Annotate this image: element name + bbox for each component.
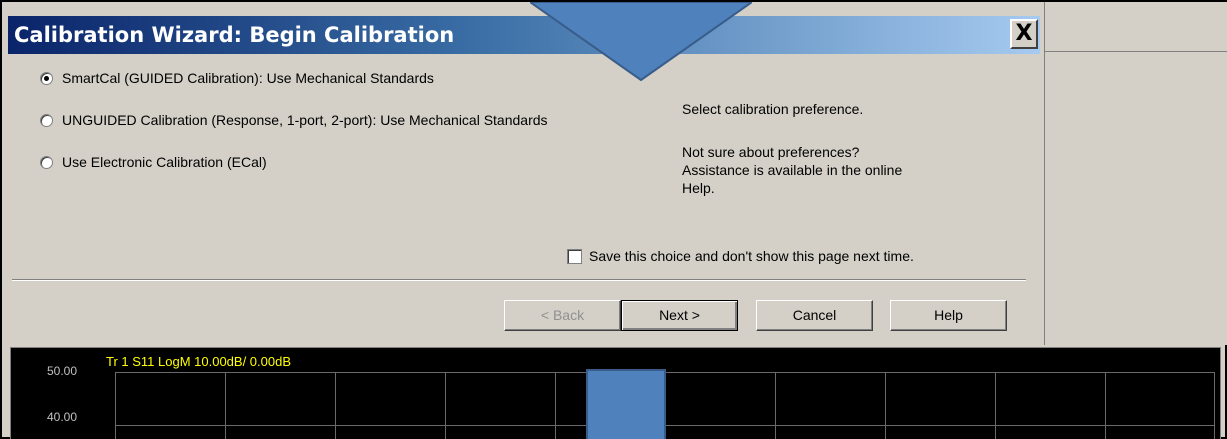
trace-label: Tr 1 S11 LogM 10.00dB/ 0.00dB <box>106 354 292 369</box>
block-arrow-annotation <box>586 369 666 439</box>
title-bar[interactable]: Calibration Wizard: Begin Calibration X <box>8 16 1040 54</box>
right-panel-header <box>1045 2 1227 52</box>
y-tick-label: 50.00 <box>47 364 78 378</box>
help-button[interactable]: Help <box>890 300 1007 331</box>
grid-line <box>775 372 776 439</box>
option-unguided[interactable]: UNGUIDED Calibration (Response, 1-port, … <box>40 110 548 130</box>
help-hint-line: Assistance is available in the online <box>682 162 903 178</box>
grid-line <box>995 372 996 439</box>
calibration-wizard-dialog: Calibration Wizard: Begin Calibration X … <box>8 2 1040 343</box>
analyzer-screen: Calibration Wizard: Begin Calibration X … <box>0 0 1227 439</box>
option-label: UNGUIDED Calibration (Response, 1-port, … <box>62 112 548 128</box>
unguided-radio[interactable] <box>40 113 53 127</box>
cancel-button[interactable]: Cancel <box>756 300 873 331</box>
grid-line <box>335 372 336 439</box>
ecal-radio[interactable] <box>40 155 53 169</box>
option-label: SmartCal (GUIDED Calibration): Use Mecha… <box>62 70 434 86</box>
grid-line <box>445 372 446 439</box>
help-hint: Not sure about preferences? Assistance i… <box>682 143 902 197</box>
dialog-title: Calibration Wizard: Begin Calibration <box>14 23 455 47</box>
button-divider <box>12 279 1026 281</box>
back-button[interactable]: < Back <box>504 300 621 331</box>
next-button[interactable]: Next > <box>621 300 738 331</box>
grid-line <box>225 372 226 439</box>
smartcal-radio[interactable] <box>40 71 53 85</box>
save-choice-checkbox[interactable] <box>567 248 582 264</box>
y-tick-label: 40.00 <box>47 410 78 424</box>
grid-line <box>1105 372 1106 439</box>
prompt-text: Select calibration preference. <box>682 101 864 117</box>
grid-line <box>885 372 886 439</box>
grid-line <box>555 372 556 439</box>
right-side-panel <box>1044 2 1227 345</box>
help-hint-line: Help. <box>682 180 715 196</box>
option-label: Use Electronic Calibration (ECal) <box>62 154 267 170</box>
close-button[interactable]: X <box>1010 19 1038 49</box>
grid-line <box>115 372 116 439</box>
option-smartcal[interactable]: SmartCal (GUIDED Calibration): Use Mecha… <box>40 68 434 88</box>
help-hint-line: Not sure about preferences? <box>682 144 860 160</box>
save-choice-option[interactable]: Save this choice and don't show this pag… <box>567 247 914 265</box>
grid-line <box>1214 372 1215 439</box>
down-arrow-annotation <box>530 2 752 82</box>
option-ecal[interactable]: Use Electronic Calibration (ECal) <box>40 152 267 172</box>
save-choice-label: Save this choice and don't show this pag… <box>589 248 914 264</box>
